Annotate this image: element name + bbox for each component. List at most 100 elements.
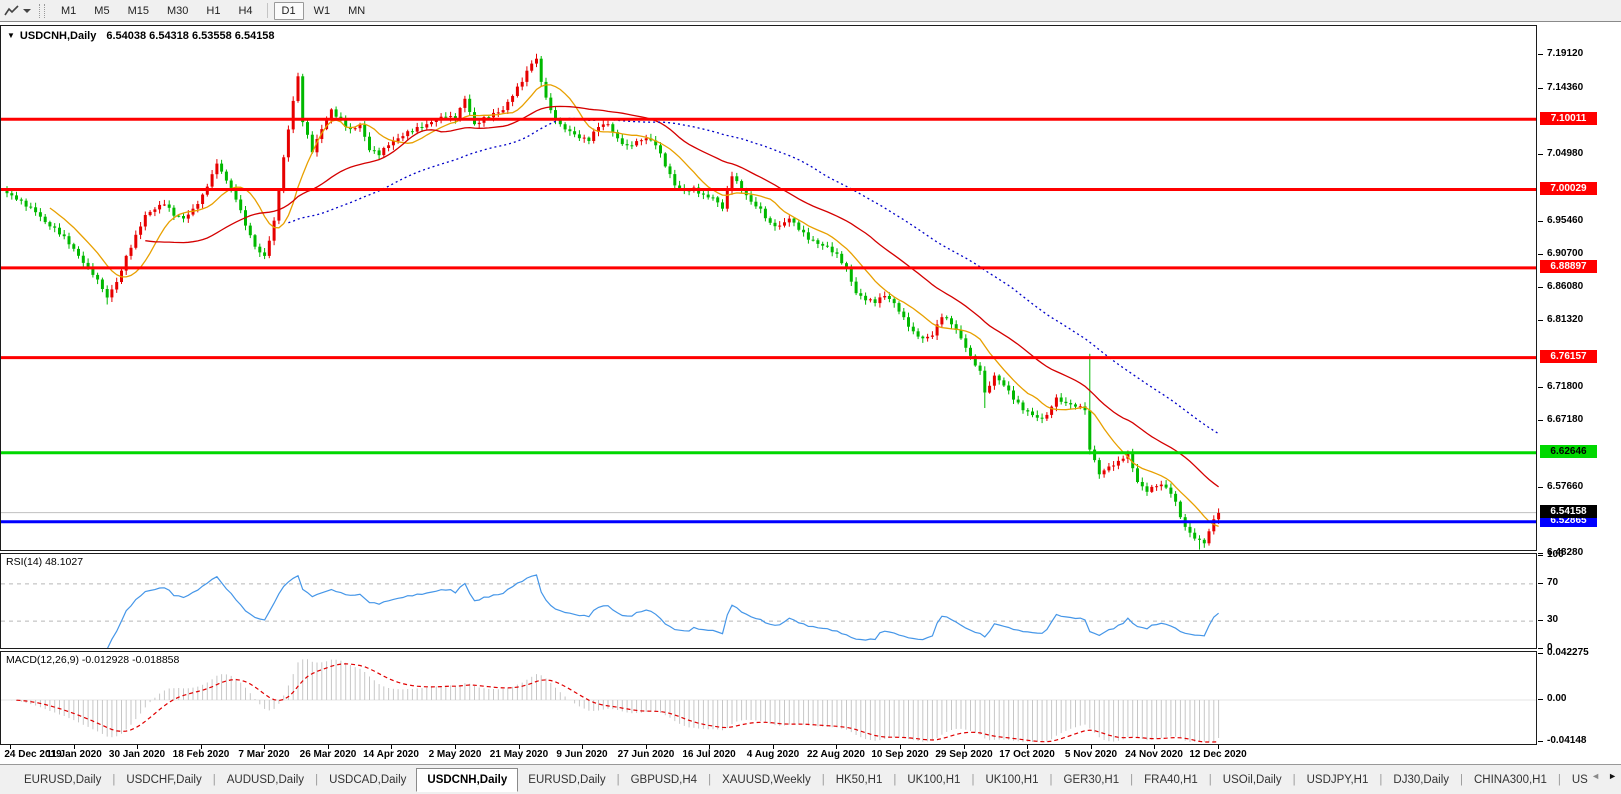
timeframe-M1[interactable]: M1: [53, 2, 84, 20]
date-label: 16 Jul 2020: [682, 749, 736, 760]
date-label: 2 May 2020: [428, 749, 482, 760]
rsi-indicator-label: RSI(14) 48.1027: [6, 556, 84, 568]
rsi-tick-label: 70: [1547, 577, 1559, 588]
price-tick-label: 6.90700: [1547, 248, 1584, 259]
timeframe-W1[interactable]: W1: [306, 2, 339, 20]
axis-tick-mark: [1538, 254, 1543, 255]
date-label: 24 Nov 2020: [1125, 749, 1183, 760]
tab-USDCAD-Daily[interactable]: USDCAD,Daily: [319, 769, 416, 791]
axis-tick-mark: [1538, 555, 1543, 556]
axis-tick-mark: [1538, 221, 1543, 222]
axis-tick-mark: [1538, 699, 1543, 700]
rsi-canvas: [1, 574, 1536, 648]
axis-tick-mark: [1538, 320, 1543, 321]
date-label: 27 Jun 2020: [617, 749, 675, 760]
tab-separator: |: [1557, 773, 1561, 786]
chart-tabs: EURUSD,Daily | USDCHF,Daily | AUDUSD,Daily | U…: [14, 767, 1598, 792]
chart-tab-bar: EURUSD,Daily | USDCHF,Daily | AUDUSD,Daily | U…: [0, 764, 1621, 794]
macd-tick-label: 0.042275: [1547, 647, 1589, 658]
chevron-down-icon[interactable]: [23, 8, 31, 13]
date-label: 7 Mar 2020: [238, 749, 290, 760]
tab-separator: |: [893, 773, 897, 786]
date-label: 26 Mar 2020: [299, 749, 357, 760]
macd-indicator-panel: [0, 651, 1537, 745]
axis-tick-mark: [1538, 620, 1543, 621]
price-tick-label: 6.95460: [1547, 215, 1584, 226]
tab-FRA40-H1[interactable]: FRA40,H1: [1134, 769, 1208, 791]
tab-USDJPY-H1[interactable]: USDJPY,H1: [1297, 769, 1379, 791]
axis-tick-mark: [1538, 487, 1543, 488]
axis-tick-mark: [1538, 287, 1543, 288]
macd-tick-label: -0.04148: [1547, 735, 1587, 746]
timeframe-M5[interactable]: M5: [86, 2, 117, 20]
axis-tick-mark: [1538, 54, 1543, 55]
price-line-label: 6.88897: [1540, 260, 1597, 273]
price-line-label: 6.76157: [1540, 350, 1597, 363]
timeframe-M15[interactable]: M15: [120, 2, 157, 20]
tab-EURUSD-Daily[interactable]: EURUSD,Daily: [518, 769, 615, 791]
date-label: 18 Feb 2020: [172, 749, 230, 760]
date-label: 12 Dec 2020: [1189, 749, 1247, 760]
rsi-indicator-panel: [0, 553, 1537, 649]
tab-separator: |: [315, 773, 319, 786]
chart-tool-icon[interactable]: [4, 4, 31, 18]
rsi-tick-label: 100: [1547, 549, 1564, 560]
tab-XAUUSD-Weekly[interactable]: XAUUSD,Weekly: [712, 769, 821, 791]
tab-CHINA300-H1[interactable]: CHINA300,H1: [1464, 769, 1557, 791]
tab-separator: |: [112, 773, 116, 786]
price-line-label: 6.54158: [1540, 505, 1597, 518]
top-toolbar: M1 M5 M15 M30 H1 H4 D1 W1 MN: [0, 0, 1621, 22]
rsi-tick-label: 30: [1547, 614, 1559, 625]
tab-separator: |: [821, 773, 825, 786]
tab-GER30-H1[interactable]: GER30,H1: [1054, 769, 1130, 791]
date-label: 30 Jan 2020: [108, 749, 166, 760]
macd-indicator-label: MACD(12,26,9) -0.012928 -0.018858: [6, 654, 180, 666]
price-canvas: [1, 53, 1536, 550]
date-label: 22 Aug 2020: [807, 749, 865, 760]
price-line-label: 7.10011: [1540, 112, 1597, 125]
tab-USDCNH-Daily[interactable]: USDCNH,Daily: [416, 767, 519, 792]
timeframe-buttons: M1 M5 M15 M30 H1 H4 D1 W1 MN: [52, 0, 374, 22]
tab-UK100-H1[interactable]: UK100,H1: [975, 769, 1048, 791]
price-tick-label: 6.67180: [1547, 414, 1584, 425]
tab-USDCHF-Daily[interactable]: USDCHF,Daily: [116, 769, 211, 791]
tab-GBPUSD-H4[interactable]: GBPUSD,H4: [621, 769, 707, 791]
timeframe-H4[interactable]: H4: [230, 2, 260, 20]
date-label: 14 Apr 2020: [363, 749, 419, 760]
tab-separator: |: [1049, 773, 1053, 786]
timeframe-H1[interactable]: H1: [198, 2, 228, 20]
tab-separator: |: [1292, 773, 1296, 786]
tab-AUDUSD-Daily[interactable]: AUDUSD,Daily: [217, 769, 314, 791]
axis-tick-mark: [1538, 648, 1543, 649]
tab-separator: |: [1208, 773, 1212, 786]
symbol-dropdown-icon[interactable]: ▼: [7, 31, 15, 40]
tab-separator: |: [708, 773, 712, 786]
macd-tick-label: 0.00: [1547, 693, 1567, 704]
tab-DJ30-Daily[interactable]: DJ30,Daily: [1383, 769, 1459, 791]
axis-tick-mark: [1538, 583, 1543, 584]
date-label: 29 Sep 2020: [935, 749, 993, 760]
price-line-label: 6.62646: [1540, 445, 1597, 458]
timeframe-D1[interactable]: D1: [273, 1, 304, 20]
axis-tick-mark: [1538, 154, 1543, 155]
timeframe-MN[interactable]: MN: [340, 2, 373, 20]
chart-symbol-label: USDCNH,Daily: [19, 30, 97, 42]
tab-scroll-right-icon[interactable]: ►: [1608, 771, 1617, 781]
tab-UK100-H1[interactable]: UK100,H1: [897, 769, 970, 791]
timeframe-M30[interactable]: M30: [159, 2, 196, 20]
macd-canvas: [1, 659, 1536, 743]
tab-separator: |: [616, 773, 620, 786]
axis-tick-mark: [1538, 88, 1543, 89]
tab-EURUSD-Daily[interactable]: EURUSD,Daily: [14, 769, 111, 791]
tab-USOil-Daily[interactable]: USOil,Daily: [1213, 769, 1292, 791]
tab-HK50-H1[interactable]: HK50,H1: [826, 769, 893, 791]
price-line-label: 7.00029: [1540, 182, 1597, 195]
toolbar-grip[interactable]: [39, 3, 45, 18]
date-label: 4 Aug 2020: [746, 749, 800, 760]
tab-separator: |: [1130, 773, 1134, 786]
toolbar-separator: [266, 3, 268, 18]
date-label: 11 Jan 2020: [46, 749, 102, 760]
tab-scroll-left-icon[interactable]: ◄: [1591, 771, 1600, 781]
price-tick-label: 6.57660: [1547, 481, 1584, 492]
date-label: 5 Nov 2020: [1064, 749, 1118, 760]
